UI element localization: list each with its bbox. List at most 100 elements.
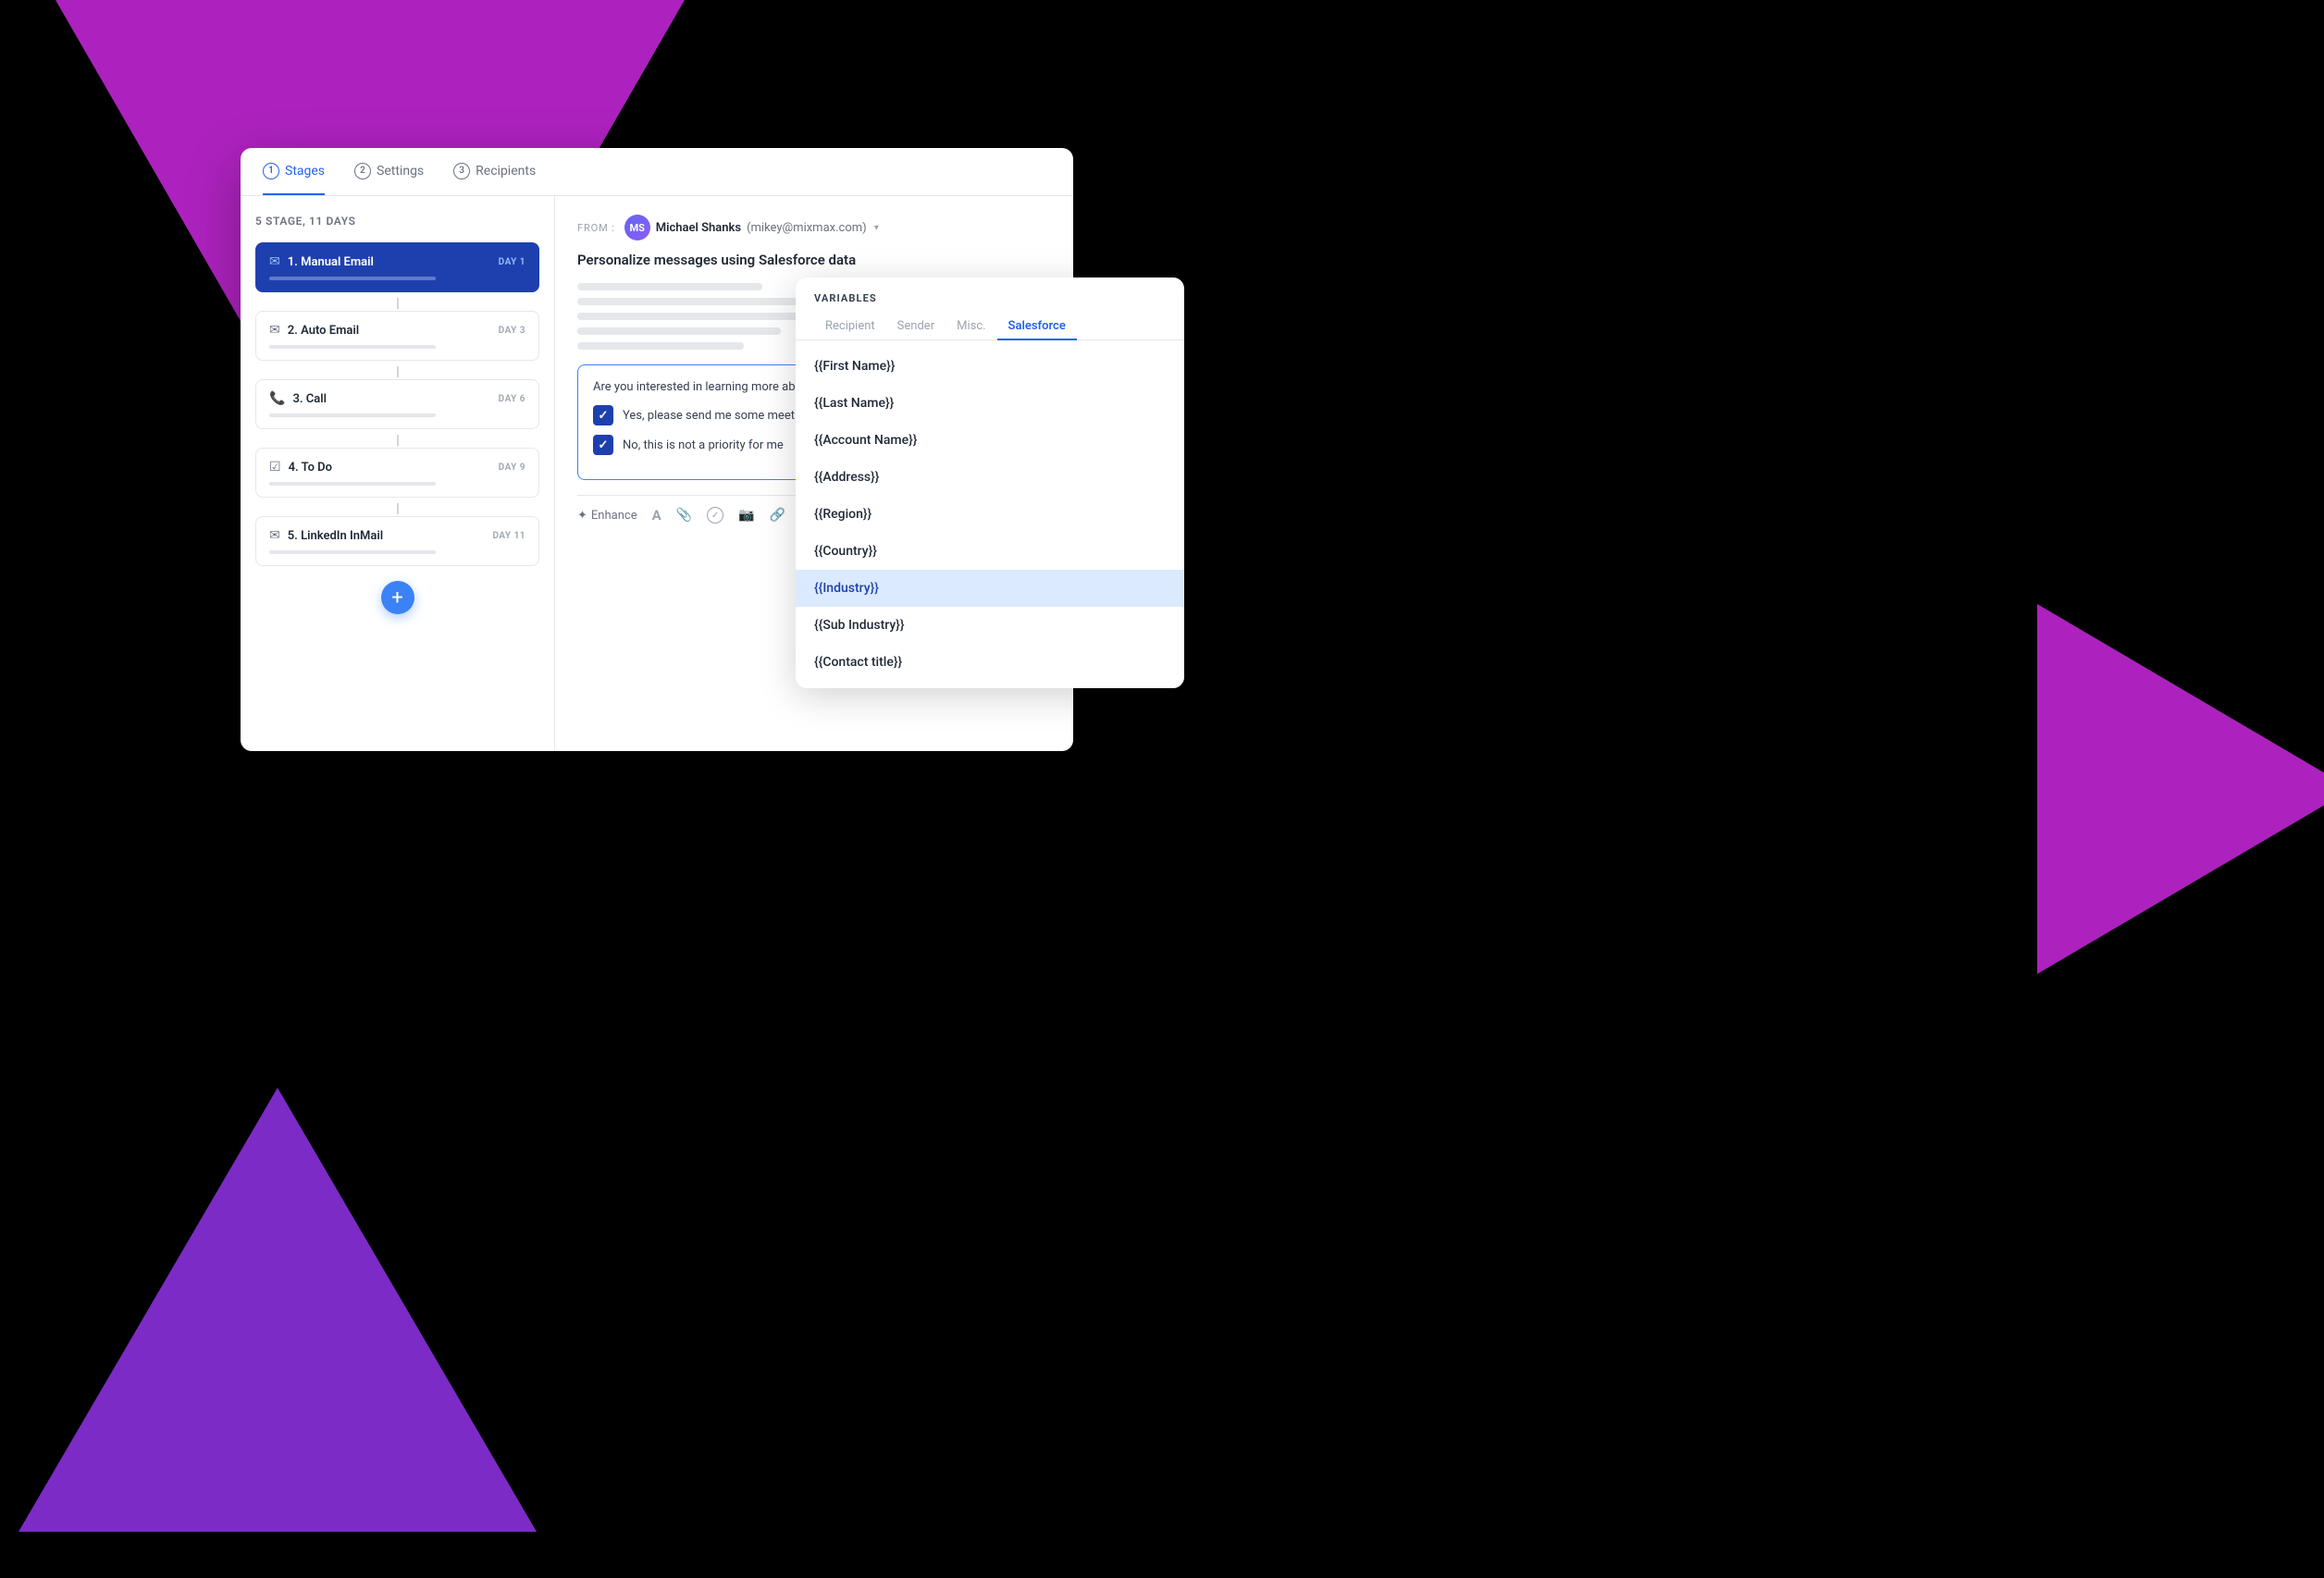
triangle-right: [2037, 604, 2324, 974]
tab-recipients-number: 3: [453, 163, 470, 179]
tab-recipients[interactable]: 3 Recipients: [453, 148, 536, 195]
stage-2-header: ✉ 2. Auto Email DAY 3: [269, 323, 525, 338]
stage-4-icon: ☑: [269, 460, 281, 475]
stage-2-left: ✉ 2. Auto Email: [269, 323, 359, 338]
poll-option-2-text: No, this is not a priority for me: [623, 438, 784, 452]
stage-5-icon: ✉: [269, 528, 280, 543]
font-button[interactable]: A: [652, 507, 661, 524]
stage-5-header: ✉ 5. LinkedIn InMail DAY 11: [269, 528, 525, 543]
stage-2-bar: [269, 345, 436, 349]
var-tab-recipient[interactable]: Recipient: [814, 314, 886, 340]
stage-5-day: DAY 11: [492, 531, 525, 541]
var-item-accountname[interactable]: {{Account Name}}: [796, 422, 1184, 459]
tab-settings-label: Settings: [377, 164, 424, 179]
attachment-icon: 📎: [676, 508, 692, 523]
enhance-icon: ✦: [577, 509, 587, 523]
stage-1-icon: ✉: [269, 254, 280, 269]
stage-3-icon: 📞: [269, 391, 285, 406]
var-item-contacttitle-label: {{Contact title}}: [814, 655, 902, 670]
link-button[interactable]: 🔗: [770, 508, 785, 523]
add-stage-button[interactable]: +: [381, 581, 414, 614]
connector-4: [255, 501, 539, 516]
stage-3-bar: [269, 413, 436, 417]
stage-3-left: 📞 3. Call: [269, 391, 327, 406]
connector-dot-2: [397, 366, 399, 377]
stage-2-title: 2. Auto Email: [288, 324, 359, 338]
var-tab-recipient-label: Recipient: [825, 319, 875, 333]
tab-recipients-label: Recipients: [476, 164, 536, 179]
text-line-5: [577, 342, 744, 350]
stage-item-1[interactable]: ✉ 1. Manual Email DAY 1: [255, 242, 539, 292]
stage-4-bar: [269, 482, 436, 486]
check-icon: ✓: [707, 507, 723, 524]
var-tab-sender-label: Sender: [897, 319, 934, 333]
sender-avatar: MS: [624, 215, 650, 240]
stage-5-bar: [269, 550, 436, 554]
text-line-3: [577, 313, 818, 320]
variables-header: VARIABLES: [796, 277, 1184, 304]
sidebar-header: 5 STAGE, 11 DAYS: [255, 215, 539, 228]
connector-3: [255, 433, 539, 448]
connector-1: [255, 296, 539, 311]
stage-2-icon: ✉: [269, 323, 280, 338]
tabs-bar: 1 Stages 2 Settings 3 Recipients: [241, 148, 1073, 196]
var-item-firstname-label: {{First Name}}: [814, 359, 895, 374]
enhance-label: Enhance: [591, 509, 637, 523]
attachment-button[interactable]: 📎: [676, 508, 692, 523]
var-item-country-label: {{Country}}: [814, 544, 877, 559]
var-item-subindustry[interactable]: {{Sub Industry}}: [796, 607, 1184, 644]
stage-item-3[interactable]: 📞 3. Call DAY 6: [255, 379, 539, 429]
var-tab-sender[interactable]: Sender: [886, 314, 946, 340]
stage-1-left: ✉ 1. Manual Email: [269, 254, 374, 269]
var-item-industry[interactable]: {{Industry}}: [796, 570, 1184, 607]
var-item-address-label: {{Address}}: [814, 470, 879, 485]
link-icon: 🔗: [770, 508, 785, 523]
font-icon: A: [652, 507, 661, 524]
text-line-1: [577, 283, 762, 290]
sender-name: Michael Shanks: [656, 221, 741, 235]
var-item-country[interactable]: {{Country}}: [796, 533, 1184, 570]
stage-5-title: 5. LinkedIn InMail: [288, 529, 383, 543]
var-tab-misc[interactable]: Misc.: [946, 314, 996, 340]
stage-1-day: DAY 1: [499, 257, 525, 267]
stages-sidebar: 5 STAGE, 11 DAYS ✉ 1. Manual Email DAY 1: [241, 196, 555, 751]
stage-4-left: ☑ 4. To Do: [269, 460, 332, 475]
tab-settings[interactable]: 2 Settings: [354, 148, 424, 195]
var-tab-misc-label: Misc.: [957, 319, 985, 333]
var-item-industry-label: {{Industry}}: [814, 581, 879, 596]
stage-1-header: ✉ 1. Manual Email DAY 1: [269, 254, 525, 269]
stage-item-2[interactable]: ✉ 2. Auto Email DAY 3: [255, 311, 539, 361]
connector-dot-1: [397, 298, 399, 309]
stage-1-bar: [269, 277, 436, 280]
sender-dropdown-arrow[interactable]: ▾: [874, 223, 879, 233]
var-tab-salesforce[interactable]: Salesforce: [997, 314, 1077, 340]
connector-2: [255, 364, 539, 379]
poll-checkbox-1[interactable]: [593, 405, 613, 425]
text-line-4: [577, 327, 781, 335]
var-tab-salesforce-label: Salesforce: [1008, 319, 1066, 333]
triangle-bottom-left: [19, 1088, 537, 1532]
var-item-accountname-label: {{Account Name}}: [814, 433, 917, 448]
tab-stages-label: Stages: [285, 164, 325, 179]
poll-checkbox-2[interactable]: [593, 435, 613, 455]
stage-4-header: ☑ 4. To Do DAY 9: [269, 460, 525, 475]
var-item-region-label: {{Region}}: [814, 507, 872, 522]
var-item-firstname[interactable]: {{First Name}}: [796, 348, 1184, 385]
camera-button[interactable]: 📷: [738, 508, 754, 523]
camera-icon: 📷: [738, 508, 754, 523]
email-subject: Personalize messages using Salesforce da…: [577, 252, 1051, 268]
var-item-region[interactable]: {{Region}}: [796, 496, 1184, 533]
var-item-lastname[interactable]: {{Last Name}}: [796, 385, 1184, 422]
variables-list: {{First Name}} {{Last Name}} {{Account N…: [796, 340, 1184, 688]
check-button[interactable]: ✓: [707, 507, 723, 524]
var-item-address[interactable]: {{Address}}: [796, 459, 1184, 496]
stage-item-4[interactable]: ☑ 4. To Do DAY 9: [255, 448, 539, 498]
sender-email: (mikey@mixmax.com): [747, 221, 867, 235]
tab-stages[interactable]: 1 Stages: [263, 148, 325, 195]
var-item-contacttitle[interactable]: {{Contact title}}: [796, 644, 1184, 681]
stage-1-title: 1. Manual Email: [288, 255, 374, 269]
add-button-container: +: [255, 581, 539, 614]
enhance-button[interactable]: ✦ Enhance: [577, 509, 637, 523]
tab-stages-number: 1: [263, 163, 279, 179]
stage-item-5[interactable]: ✉ 5. LinkedIn InMail DAY 11: [255, 516, 539, 566]
